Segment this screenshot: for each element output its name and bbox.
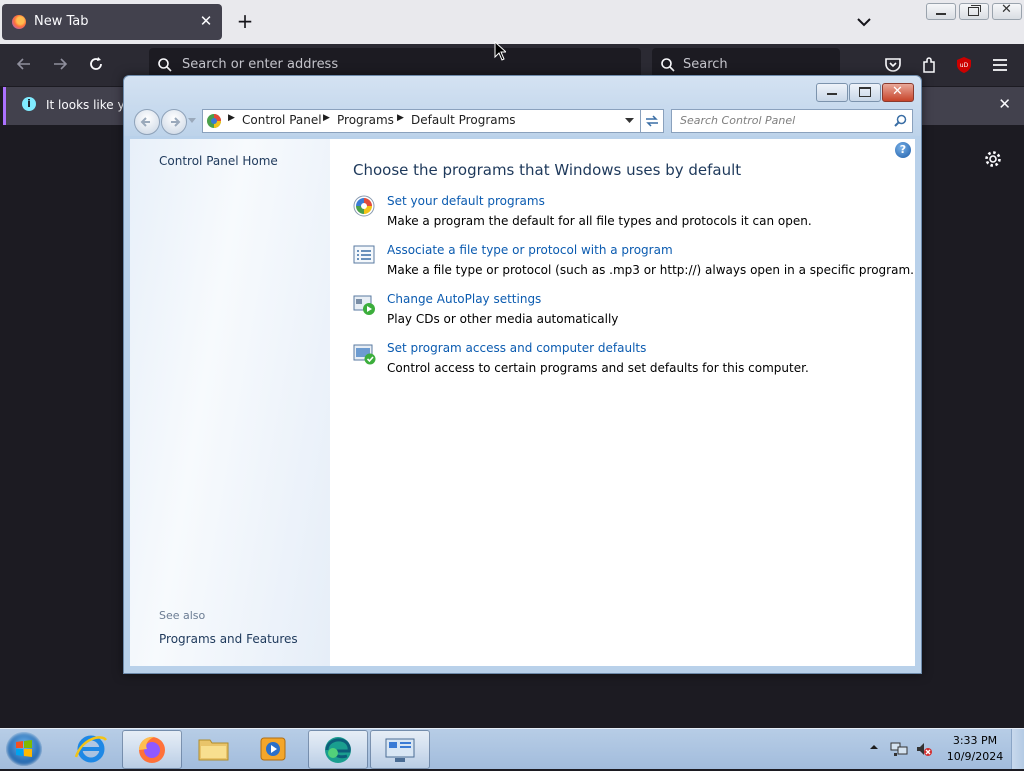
breadcrumb-default-programs[interactable]: Default Programs	[411, 113, 516, 127]
back-arrow-icon	[140, 117, 150, 127]
program-access-icon	[353, 344, 376, 365]
cp-minimize-button[interactable]	[816, 83, 848, 102]
search-placeholder: Search	[683, 57, 728, 72]
tab-title: New Tab	[34, 14, 89, 29]
associate-file-type-link[interactable]: Associate a file type or protocol with a…	[387, 243, 673, 257]
cp-forward-button[interactable]	[161, 109, 187, 135]
notification-close-icon[interactable]: ✕	[998, 95, 1011, 113]
volume-muted-icon[interactable]	[915, 740, 933, 758]
breadcrumb-separator-icon: ▶	[228, 113, 235, 123]
refresh-button[interactable]	[640, 109, 664, 133]
network-icon[interactable]	[890, 740, 908, 758]
breadcrumb-separator-icon: ▶	[397, 113, 404, 123]
url-placeholder: Search or enter address	[182, 57, 339, 72]
task-program-access: Set program access and computer defaults…	[352, 341, 912, 385]
taskbar-firefox[interactable]	[122, 730, 182, 769]
mouse-cursor-icon	[494, 41, 506, 61]
control-panel-home-link[interactable]: Control Panel Home	[159, 154, 278, 168]
task-autoplay: Change AutoPlay settings Play CDs or oth…	[352, 292, 912, 336]
control-panel-search[interactable]: Search Control Panel	[671, 109, 913, 133]
left-navigation-pane: Control Panel Home See also Programs and…	[130, 139, 330, 666]
task-associate-file-type: Associate a file type or protocol with a…	[352, 243, 914, 287]
breadcrumb-programs[interactable]: Programs	[337, 113, 394, 127]
menu-icon[interactable]	[990, 55, 1010, 75]
help-icon[interactable]: ?	[895, 142, 911, 158]
forward-icon	[54, 58, 68, 70]
set-program-access-link[interactable]: Set program access and computer defaults	[387, 341, 646, 355]
info-icon: i	[22, 97, 36, 111]
search-icon	[894, 114, 907, 127]
pocket-icon[interactable]	[883, 55, 903, 75]
list-all-tabs-icon[interactable]	[854, 12, 874, 32]
taskbar-file-explorer[interactable]	[184, 730, 242, 767]
search-icon	[158, 58, 172, 72]
cp-close-button[interactable]: ✕	[882, 83, 914, 102]
window-minimize-button[interactable]	[926, 3, 956, 20]
firefox-tab-icon	[12, 15, 26, 29]
forward-arrow-icon	[171, 117, 181, 127]
change-autoplay-link[interactable]: Change AutoPlay settings	[387, 292, 541, 306]
window-restore-button[interactable]	[959, 3, 989, 20]
edge-icon	[325, 737, 351, 763]
address-dropdown-icon[interactable]	[625, 118, 634, 124]
extensions-icon[interactable]	[919, 55, 939, 75]
breadcrumb-separator-icon: ▶	[323, 113, 330, 123]
reload-icon	[90, 57, 102, 70]
close-tab-icon[interactable]: ✕	[198, 12, 214, 30]
page-title: Choose the programs that Windows uses by…	[353, 161, 742, 179]
task-description: Make a file type or protocol (such as .m…	[387, 263, 914, 277]
taskbar-media-player[interactable]	[244, 730, 302, 767]
cp-maximize-button[interactable]	[849, 83, 881, 102]
main-content-pane: ? Choose the programs that Windows uses …	[330, 139, 915, 666]
forward-button[interactable]	[48, 54, 72, 76]
firefox-titlebar: New Tab ✕ + ✕	[0, 0, 1024, 44]
address-bar[interactable]: ▶ Control Panel ▶ Programs ▶ Default Pro…	[202, 109, 641, 133]
back-button[interactable]	[12, 54, 36, 76]
start-button[interactable]	[6, 732, 42, 766]
show-desktop-button[interactable]	[1011, 729, 1024, 769]
windows-logo-icon	[16, 740, 32, 757]
autoplay-icon	[353, 295, 375, 315]
file-association-icon	[353, 245, 375, 264]
see-also-label: See also	[159, 609, 206, 622]
explorer-icon	[198, 739, 229, 761]
task-description: Control access to certain programs and s…	[387, 361, 809, 375]
taskbar-control-panel[interactable]	[370, 730, 430, 769]
task-description: Make a program the default for all file …	[387, 214, 812, 228]
programs-and-features-link[interactable]: Programs and Features	[159, 632, 298, 646]
breadcrumb-control-panel[interactable]: Control Panel	[242, 113, 322, 127]
default-programs-icon	[353, 195, 375, 217]
media-player-icon	[260, 737, 286, 761]
ublock-icon[interactable]: uD	[954, 55, 974, 75]
taskbar-edge[interactable]	[308, 730, 368, 769]
internet-explorer-icon	[74, 735, 108, 763]
show-hidden-icons-icon[interactable]	[869, 742, 879, 752]
control-panel-icon	[385, 738, 415, 762]
taskbar-internet-explorer[interactable]	[62, 730, 120, 767]
svg-text:uD: uD	[960, 62, 969, 69]
firefox-icon	[139, 736, 165, 763]
control-panel-window: ✕ ▶ Control Panel ▶ Programs ▶ Default P…	[123, 75, 922, 674]
refresh-icon	[646, 115, 658, 127]
taskbar: 3:33 PM 10/9/2024	[0, 728, 1024, 769]
cp-search-placeholder: Search Control Panel	[680, 114, 796, 127]
clock-date: 10/9/2024	[946, 750, 1004, 763]
task-description: Play CDs or other media automatically	[387, 312, 619, 326]
cp-back-button[interactable]	[134, 109, 160, 135]
notification-text: It looks like you	[46, 98, 126, 112]
gear-icon[interactable]	[983, 149, 1003, 169]
reload-button[interactable]	[84, 54, 108, 76]
back-icon	[16, 58, 30, 70]
window-close-button[interactable]: ✕	[992, 2, 1022, 20]
clock-time: 3:33 PM	[952, 734, 998, 747]
set-default-programs-link[interactable]: Set your default programs	[387, 194, 545, 208]
system-clock[interactable]: 3:33 PM 10/9/2024	[940, 733, 1010, 765]
recent-pages-chevron-icon[interactable]	[188, 118, 196, 124]
control-panel-icon	[207, 114, 221, 128]
tab-new-tab[interactable]: New Tab ✕	[2, 4, 222, 40]
new-tab-button[interactable]: +	[234, 10, 256, 32]
search-icon	[661, 58, 675, 72]
task-set-default-programs: Set your default programs Make a program…	[352, 194, 912, 238]
